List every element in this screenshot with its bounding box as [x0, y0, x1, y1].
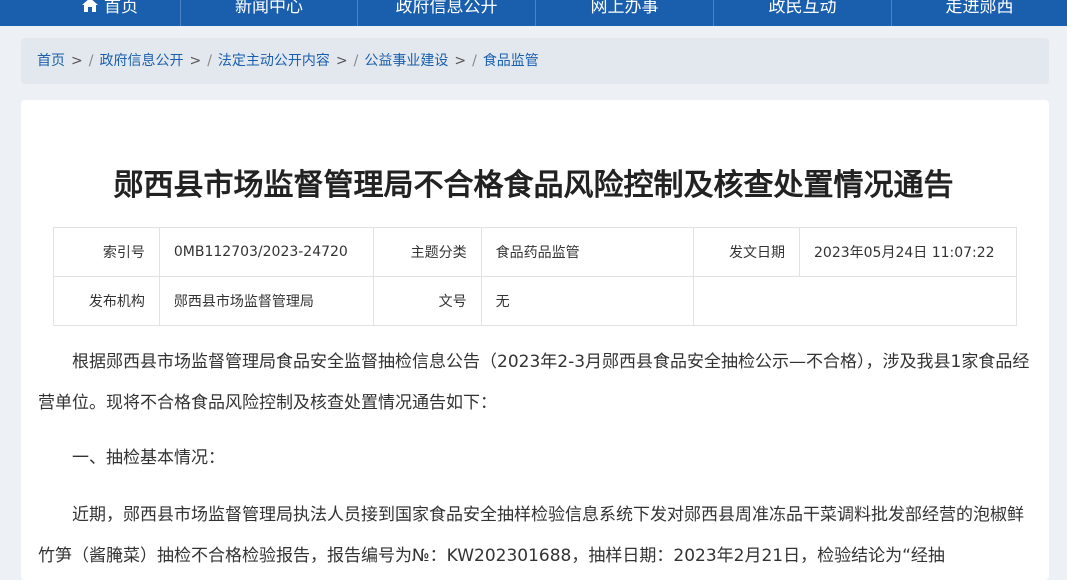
nav-label: 政民互动: [768, 0, 837, 17]
top-nav: 首页 新闻中心 政府信息公开 网上办事 政民互动 走进郧西: [0, 0, 1067, 26]
nav-item-interaction[interactable]: 政民互动: [714, 0, 891, 26]
breadcrumb-link-food-supervision[interactable]: 食品监管: [483, 53, 539, 69]
breadcrumb-link-statutory[interactable]: 法定主动公开内容: [218, 53, 330, 69]
article-paragraph: 根据郧西县市场监督管理局食品安全监督抽检信息公告（2023年2-3月郧西县食品安…: [38, 352, 1030, 413]
nav-label: 首页: [104, 0, 138, 17]
nav-label: 走进郧西: [945, 0, 1014, 17]
meta-value-docno: 无: [480, 276, 695, 326]
article-title: 郧西县市场监督管理局不合格食品风险控制及核查处置情况通告: [113, 168, 954, 203]
breadcrumb-link-gov-info[interactable]: 政府信息公开: [99, 53, 183, 69]
breadcrumb-link-public-welfare[interactable]: 公益事业建设: [364, 53, 448, 69]
breadcrumb: 首页 > / 政府信息公开 > / 法定主动公开内容 > / 公益事业建设 > / 食品监管: [21, 38, 1049, 84]
meta-key-org: 发布机构: [53, 276, 160, 326]
nav-label: 网上办事: [590, 0, 659, 17]
meta-value-org: 郧西县市场监督管理局: [158, 276, 374, 326]
meta-value-index: 0MB112703/2023-24720: [158, 227, 374, 277]
meta-key-index: 索引号: [53, 227, 160, 277]
nav-label: 政府信息公开: [395, 0, 498, 17]
breadcrumb-chevron: >: [189, 53, 202, 69]
meta-value-date: 2023年05月24日 11:07:22: [799, 227, 1017, 277]
nav-item-news[interactable]: 新闻中心: [181, 0, 357, 26]
meta-table: 索引号 0MB112703/2023-24720 主题分类 食品药品监管 发文日…: [53, 227, 1017, 326]
nav-label: 新闻中心: [235, 0, 303, 17]
article-paragraph: 近期，郧西县市场监督管理局执法人员接到国家食品安全抽样检验信息系统下发对郧西县周…: [38, 505, 1024, 566]
meta-key-date: 发文日期: [693, 227, 800, 277]
breadcrumb-chevron: >: [335, 53, 348, 69]
meta-value-topic: 食品药品监管: [480, 227, 695, 277]
nav-item-gov-info[interactable]: 政府信息公开: [358, 0, 535, 26]
meta-key-docno: 文号: [372, 276, 482, 326]
meta-row: 索引号 0MB112703/2023-24720 主题分类 食品药品监管 发文日…: [53, 227, 1017, 277]
meta-key-topic: 主题分类: [372, 227, 482, 277]
nav-item-home[interactable]: 首页: [40, 0, 180, 26]
breadcrumb-slash: /: [472, 53, 477, 69]
breadcrumb-slash: /: [353, 53, 359, 69]
breadcrumb-chevron: >: [454, 53, 467, 69]
breadcrumb-link-home[interactable]: 首页: [37, 53, 65, 69]
meta-empty-cell: [693, 276, 1017, 326]
meta-row: 发布机构 郧西县市场监督管理局 文号 无: [53, 276, 1017, 326]
nav-item-about[interactable]: 走进郧西: [892, 0, 1067, 26]
breadcrumb-slash: /: [207, 53, 212, 69]
breadcrumb-slash: /: [88, 53, 94, 69]
nav-item-online-service[interactable]: 网上办事: [536, 0, 713, 26]
article-paragraph: 一、抽检基本情况：: [72, 448, 225, 468]
home-icon: [82, 0, 98, 12]
breadcrumb-chevron: >: [71, 53, 83, 69]
